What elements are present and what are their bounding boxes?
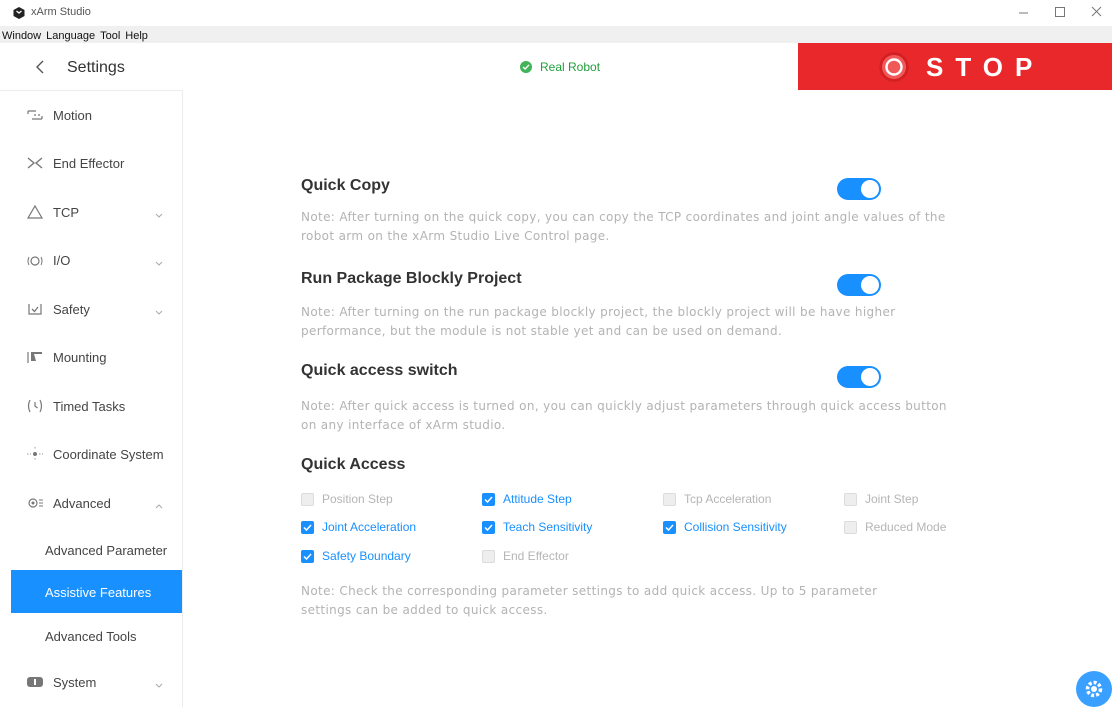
io-icon [26, 252, 44, 268]
run-package-blockly-title: Run Package Blockly Project [301, 270, 522, 287]
timed-tasks-icon [26, 398, 44, 414]
menu-bar: Window Language Tool Help [0, 26, 1112, 43]
checkbox-label: Tcp Acceleration [684, 492, 772, 506]
chevron-up-icon [154, 498, 164, 509]
checkbox-box [301, 493, 314, 506]
checkbox-box [844, 493, 857, 506]
sidebar-subitem-label: Advanced Parameter [45, 543, 168, 558]
sidebar-item-io[interactable]: I/O [0, 240, 182, 280]
sidebar-item-tcp[interactable]: TCP [0, 192, 182, 232]
minimize-icon[interactable] [1014, 4, 1034, 20]
sidebar-subitem-label: Assistive Features [45, 585, 152, 600]
checkbox-label: Joint Acceleration [322, 520, 417, 534]
checkbox-label: Position Step [322, 492, 393, 506]
sidebar-subitem-advanced-parameter[interactable]: Advanced Parameter [11, 528, 182, 571]
mounting-icon [26, 349, 44, 365]
sidebar-item-label: Coordinate System [53, 447, 164, 462]
checkbox-label: Joint Step [865, 492, 919, 506]
sidebar-subitem-label: Advanced Tools [45, 629, 137, 644]
chevron-down-icon [154, 255, 164, 266]
menu-tool[interactable]: Tool [98, 28, 123, 42]
checkbox-label: Reduced Mode [865, 520, 947, 534]
checkbox-box [663, 493, 676, 506]
sidebar-item-label: System [53, 675, 97, 690]
advanced-icon [26, 495, 44, 511]
status-label: Real Robot [540, 60, 601, 74]
sidebar-item-label: End Effector [53, 156, 125, 171]
coordinate-system-icon [26, 446, 44, 462]
chevron-down-icon [154, 304, 164, 315]
chevron-down-icon [154, 207, 164, 218]
checkbox-box [663, 521, 676, 534]
run-package-blockly-note: Note: After turning on the run package b… [301, 305, 896, 338]
stop-icon [879, 52, 909, 82]
maximize-icon[interactable] [1050, 4, 1070, 20]
checkbox-label: End Effector [503, 549, 569, 563]
run-package-blockly-toggle[interactable] [837, 274, 881, 296]
checkbox-box [301, 550, 314, 563]
sidebar-item-motion[interactable]: Motion [0, 95, 182, 135]
menu-language[interactable]: Language [44, 28, 98, 42]
quick-access-title: Quick Access [301, 456, 406, 473]
sidebar-subitem-advanced-tools[interactable]: Advanced Tools [11, 614, 182, 657]
checkbox-label: Teach Sensitivity [503, 520, 593, 534]
toggle-knob [861, 276, 879, 294]
window-title: xArm Studio [31, 6, 91, 18]
menu-help[interactable]: Help [123, 28, 151, 42]
sidebar-item-label: Mounting [53, 350, 107, 365]
sidebar-item-label: Timed Tasks [53, 399, 126, 414]
back-icon[interactable] [34, 58, 46, 76]
toggle-knob [861, 368, 879, 386]
quick-copy-note: Note: After turning on the quick copy, y… [301, 210, 946, 243]
sidebar-item-mounting[interactable]: Mounting [0, 337, 182, 377]
sidebar-item-label: Motion [53, 108, 93, 123]
menu-window[interactable]: Window [0, 28, 44, 42]
window-titlebar: xArm Studio [0, 0, 1112, 26]
sidebar-item-label: I/O [53, 253, 71, 268]
checkbox-box [301, 521, 314, 534]
end-effector-icon [26, 155, 44, 171]
checkbox-label: Attitude Step [503, 492, 572, 506]
checkbox-box [844, 521, 857, 534]
checkbox-box [482, 493, 495, 506]
settings-sidebar: Motion End Effector TCP I/O Safety Mount… [0, 91, 183, 707]
checkbox-label: Safety Boundary [322, 549, 411, 563]
close-icon[interactable] [1087, 4, 1107, 20]
quick-access-note: Note: Check the corresponding parameter … [301, 584, 878, 617]
sidebar-item-end-effector[interactable]: End Effector [0, 143, 182, 183]
quick-copy-toggle[interactable] [837, 178, 881, 200]
sidebar-item-safety[interactable]: Safety [0, 289, 182, 329]
check-circle-icon [520, 61, 532, 73]
sidebar-item-label: Advanced [53, 496, 111, 511]
emergency-stop-button[interactable]: STOP [798, 43, 1112, 90]
settings-header: Settings [0, 43, 183, 91]
quick-access-switch-title: Quick access switch [301, 362, 458, 379]
sidebar-item-label: Safety [53, 302, 90, 317]
sidebar-item-label: TCP [53, 205, 79, 220]
stop-label: STOP [926, 52, 1045, 82]
system-icon [26, 674, 44, 690]
xarm-logo-icon [13, 6, 25, 19]
checkbox-box [482, 550, 495, 563]
sidebar-item-system[interactable]: System [0, 662, 182, 702]
toggle-knob [861, 180, 879, 198]
chevron-down-icon [154, 677, 164, 688]
motion-icon [26, 107, 44, 123]
quick-access-switch-note: Note: After quick access is turned on, y… [301, 399, 947, 432]
quick-access-floating-button[interactable] [1076, 671, 1112, 707]
quick-copy-title: Quick Copy [301, 177, 390, 194]
safety-icon [26, 301, 44, 317]
tcp-icon [26, 204, 44, 220]
quick-access-switch-toggle[interactable] [837, 366, 881, 388]
checkbox-label: Collision Sensitivity [684, 520, 787, 534]
sidebar-item-timed-tasks[interactable]: Timed Tasks [0, 386, 182, 426]
sidebar-item-coordinate-system[interactable]: Coordinate System [0, 434, 182, 474]
checkbox-box [482, 521, 495, 534]
sidebar-item-advanced[interactable]: Advanced [0, 483, 182, 523]
page-title: Settings [67, 59, 125, 76]
sidebar-subitem-assistive-features[interactable]: Assistive Features [11, 570, 182, 613]
